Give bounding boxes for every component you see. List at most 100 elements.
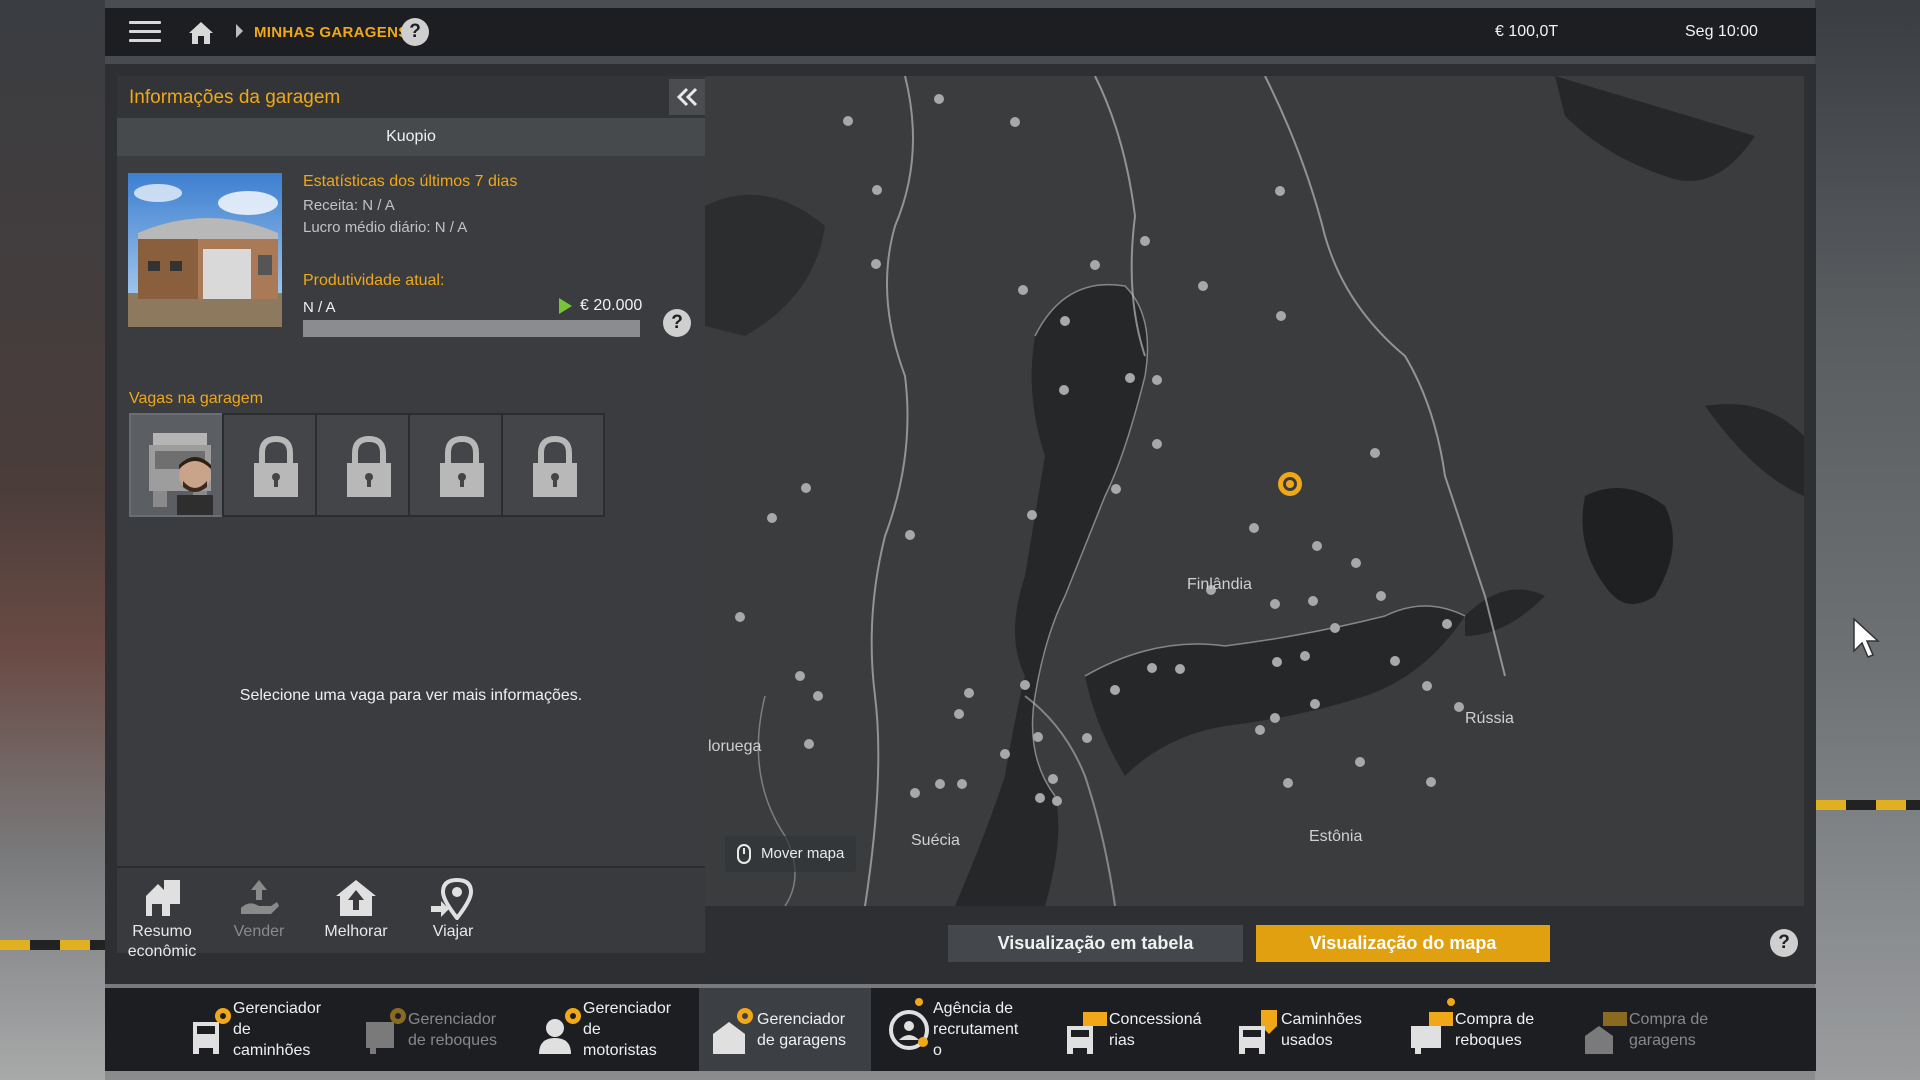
city-dot (1276, 311, 1286, 321)
game-clock: Seg 10:00 (1685, 23, 1758, 40)
city-dot (1111, 484, 1121, 494)
city-dot (1355, 757, 1365, 767)
city-dot (1082, 733, 1092, 743)
map-label-norway: loruega (708, 738, 762, 755)
productivity-help-icon[interactable]: ? (663, 309, 691, 337)
city-dot (871, 259, 881, 269)
dock-buy-garages[interactable]: Compra de garagens (1571, 988, 1741, 1071)
city-dot (1090, 260, 1100, 270)
economic-summary-icon (146, 880, 180, 916)
garage-slot-2[interactable] (222, 413, 326, 517)
garage-gear-icon (713, 1008, 753, 1054)
city-dot (1018, 285, 1028, 295)
city-dot (1125, 373, 1135, 383)
dock-truck-manager[interactable]: Gerenciador de caminhões (175, 988, 345, 1071)
help-icon[interactable]: ? (401, 18, 429, 46)
city-dot (1310, 699, 1320, 709)
map-help-icon[interactable]: ? (1770, 929, 1798, 957)
background-hazard-stripe (0, 940, 105, 950)
city-dot (1060, 316, 1070, 326)
city-dot (1330, 623, 1340, 633)
buy-trailer-icon (1411, 1012, 1453, 1054)
city-dot (1275, 186, 1285, 196)
city-dot (934, 94, 944, 104)
city-dot (935, 779, 945, 789)
dock-driver-manager[interactable]: Gerenciador de motoristas (525, 988, 695, 1071)
garage-slot-4[interactable] (408, 413, 512, 517)
city-dot (1198, 281, 1208, 291)
dealership-icon (1067, 1012, 1107, 1054)
collapse-panel-button[interactable] (669, 79, 705, 115)
garage-thumbnail (128, 173, 282, 327)
garage-marker-icon[interactable] (1275, 469, 1305, 499)
money-display: € 100,0T (1495, 23, 1559, 40)
garage-map[interactable]: Finlândia loruega Suécia Rússia Estônia … (705, 76, 1804, 906)
used-truck-icon (1239, 1010, 1277, 1054)
bottom-dock: Gerenciador de caminhões Gerenciador de … (105, 988, 1816, 1071)
breadcrumb[interactable]: MINHAS GARAGENS (254, 24, 409, 41)
upgrade-icon (336, 880, 376, 916)
garage-slot-5[interactable] (501, 413, 605, 517)
garage-info-panel: Informações da garagem Kuopio Estatístic… (117, 76, 705, 960)
sell-button[interactable]: Vender (214, 868, 304, 942)
home-icon[interactable] (187, 20, 215, 46)
map-label-estonia: Estônia (1309, 828, 1363, 845)
city-dot (1020, 680, 1030, 690)
dock-buy-trailers[interactable]: Compra de reboques (1397, 988, 1567, 1071)
economic-summary-button[interactable]: Resumo econômic (117, 868, 207, 962)
city-dot (1390, 656, 1400, 666)
productivity-bar (303, 320, 640, 337)
economic-summary-label: Resumo econômic (127, 923, 197, 960)
city-dot (1140, 236, 1150, 246)
city-dot (813, 691, 823, 701)
dock-used-trucks[interactable]: Caminhões usados (1223, 988, 1393, 1071)
upgrade-button[interactable]: Melhorar (311, 868, 401, 942)
city-dot (1255, 725, 1265, 735)
sell-icon (241, 880, 279, 914)
background-right (1815, 0, 1920, 1080)
buy-garage-icon (1585, 1012, 1627, 1054)
map-view-button[interactable]: Visualização do mapa (1256, 925, 1550, 962)
travel-button[interactable]: Viajar (408, 868, 498, 942)
city-dot (804, 739, 814, 749)
map-terrain (705, 76, 1804, 906)
garage-slot-1[interactable] (129, 413, 233, 517)
sell-label: Vender (233, 923, 285, 940)
city-dot (1422, 681, 1432, 691)
city-dot (1152, 375, 1162, 385)
mouse-cursor-icon (1853, 617, 1880, 658)
menu-icon[interactable] (129, 21, 161, 43)
travel-label: Viajar (432, 923, 474, 940)
game-ui-frame: MINHAS GARAGENS ? € 100,0T Seg 10:00 Inf… (105, 8, 1816, 1071)
stats-title: Estatísticas dos últimos 7 dias (303, 173, 518, 190)
city-dot (1152, 439, 1162, 449)
dock-garage-manager-label: Gerenciador de garagens (757, 1010, 846, 1049)
garage-slot-3[interactable] (315, 413, 419, 517)
city-dot (1270, 599, 1280, 609)
move-map-hint: Mover mapa (725, 836, 857, 872)
move-map-label: Mover mapa (761, 845, 845, 862)
trailer-gear-icon (366, 1008, 406, 1054)
city-dot (735, 612, 745, 622)
buy-trailers-notification-dot (1447, 998, 1455, 1006)
city-dot (1052, 796, 1062, 806)
dock-recruitment-agency[interactable]: Agência de recrutament o (875, 988, 1047, 1071)
dock-trailer-manager[interactable]: Gerenciador de reboques (350, 988, 520, 1071)
dock-driver-manager-label: Gerenciador de motoristas (583, 1000, 672, 1059)
city-dot (1312, 541, 1322, 551)
double-chevron-left-icon (676, 87, 698, 107)
panel-title: Informações da garagem (129, 87, 341, 108)
top-bar: MINHAS GARAGENS ? € 100,0T Seg 10:00 (105, 8, 1816, 56)
dock-buy-garages-label: Compra de garagens (1629, 1010, 1709, 1049)
dock-garage-manager[interactable]: Gerenciador de garagens (699, 988, 871, 1071)
table-view-button[interactable]: Visualização em tabela (948, 925, 1243, 962)
garage-city: Kuopio (117, 118, 705, 156)
weekly-stats: Estatísticas dos últimos 7 dias Receita:… (303, 173, 693, 241)
city-dot (1033, 732, 1043, 742)
slot-hint-message: Selecione uma vaga para ver mais informa… (239, 687, 583, 704)
city-dot (910, 788, 920, 798)
recruitment-notification-dot (915, 998, 923, 1006)
background-left (0, 0, 105, 1080)
dock-dealerships[interactable]: Concessioná rias (1051, 988, 1221, 1071)
city-dot (1059, 385, 1069, 395)
